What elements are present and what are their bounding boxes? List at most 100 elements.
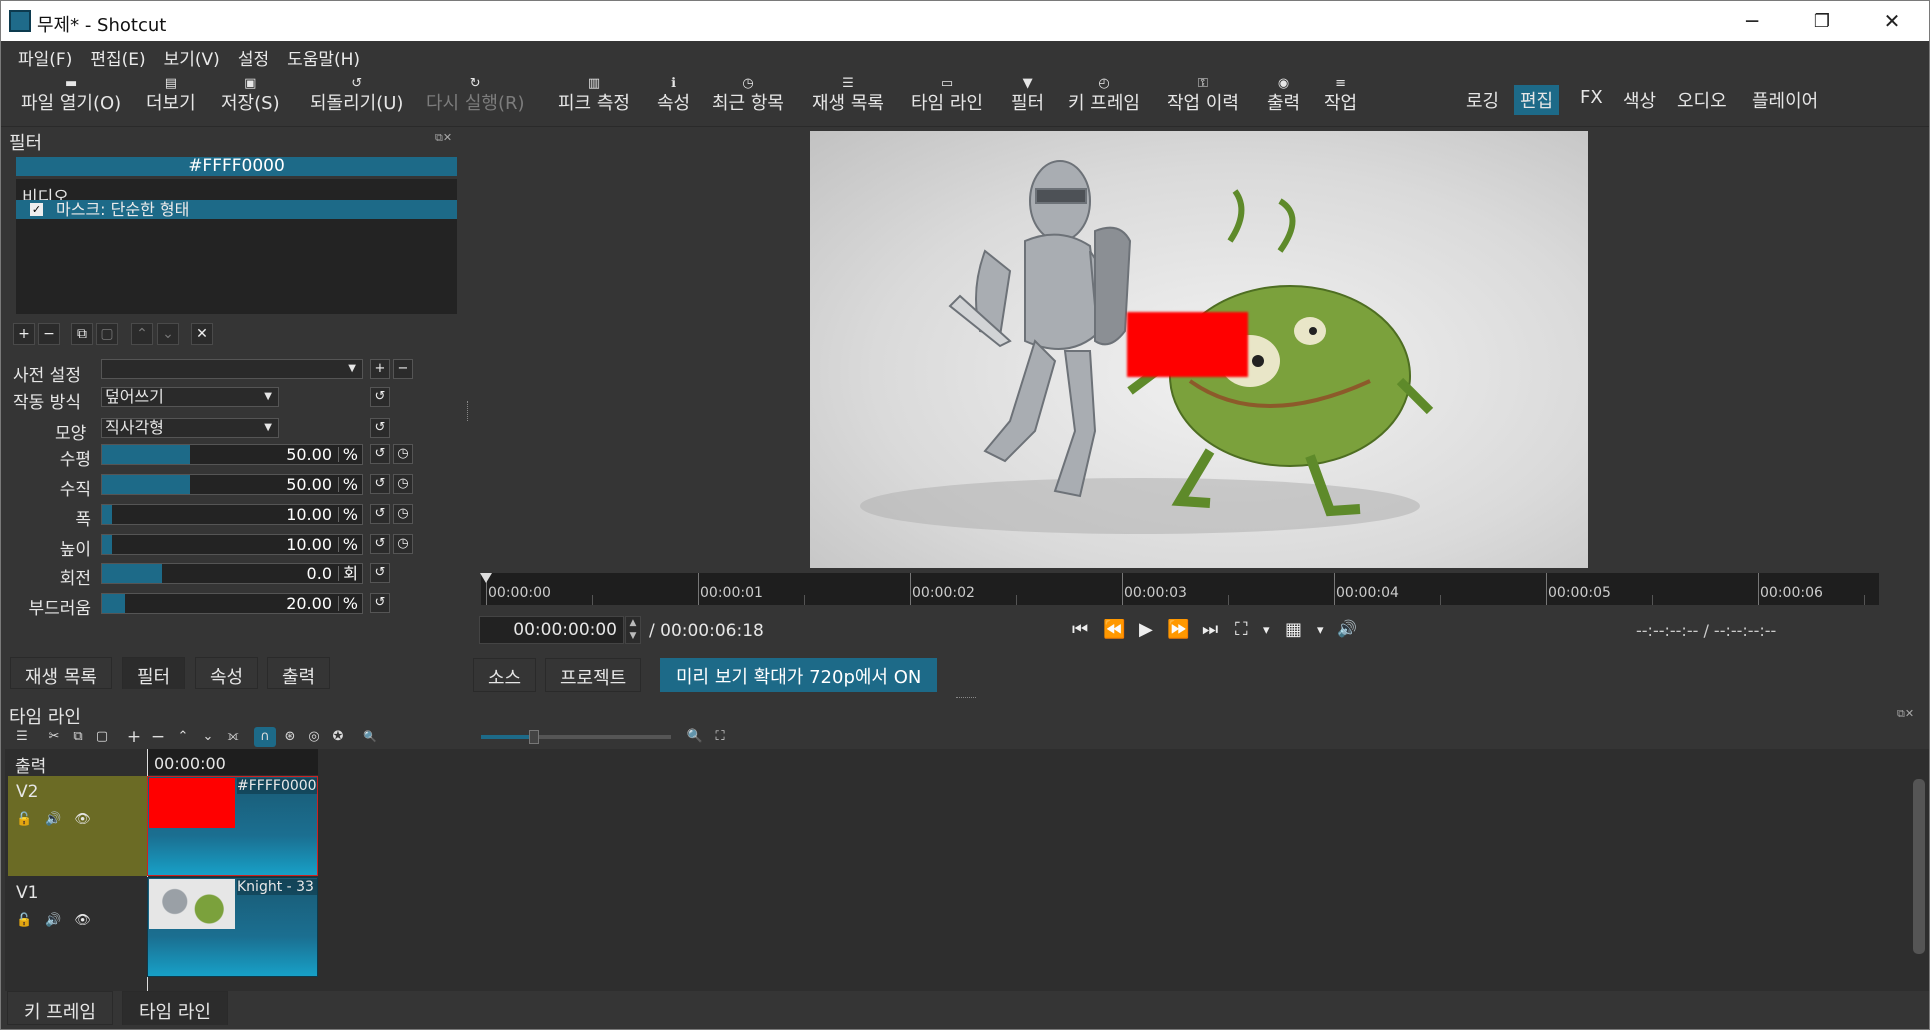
menu-file[interactable]: 파일(F) (9, 41, 81, 70)
save-preset-button[interactable]: + (370, 359, 390, 379)
param-slider[interactable]: 10.00% (101, 534, 363, 555)
add-filter-button[interactable]: + (13, 323, 35, 345)
paste-icon[interactable]: ▢ (91, 727, 113, 747)
reset-param-icon[interactable]: ↺ (370, 474, 390, 494)
export-button[interactable]: ◉ 출력 (1267, 77, 1300, 115)
remove-filter-button[interactable]: − (38, 323, 60, 345)
filter-enabled-checkbox[interactable]: ✓ (30, 203, 43, 216)
workspace-logging[interactable]: 로깅 (1460, 85, 1505, 115)
workspace-color[interactable]: 색상 (1617, 85, 1662, 115)
param-slider[interactable]: 20.00% (101, 593, 363, 614)
move-filter-up-button[interactable]: ⌃ (131, 323, 153, 345)
shape-combo[interactable]: 직사각형 ▼ (101, 418, 279, 438)
tab-properties[interactable]: 속성 (195, 657, 259, 689)
workspace-player[interactable]: 플레이어 (1746, 85, 1824, 115)
menu-view[interactable]: 보기(V) (155, 41, 229, 70)
save-button[interactable]: ▣ 저장(S) (221, 77, 280, 115)
tab-playlist[interactable]: 재생 목록 (10, 657, 112, 689)
volume-icon[interactable]: 🔊 (1337, 619, 1357, 638)
keyframes-button[interactable]: ◴ 키 프레임 (1068, 77, 1140, 115)
visibility-icon[interactable]: 👁 (74, 913, 91, 928)
lock-icon[interactable]: 🔓 (16, 812, 32, 827)
timeline-menu-icon[interactable]: ☰ (11, 727, 33, 747)
filter-item-mask-simple-shape[interactable]: ✓ 마스크: 단순한 형태 (16, 200, 457, 219)
skip-to-start-icon[interactable]: ⏮ (1072, 619, 1088, 640)
filters-button[interactable]: ▼ 필터 (1011, 77, 1044, 115)
preset-combo[interactable]: ▼ (101, 359, 363, 379)
minimize-button[interactable]: ─ (1717, 1, 1787, 41)
undo-button[interactable]: ↺ 되돌리기(U) (310, 77, 403, 115)
ripple-icon[interactable]: ◎ (303, 727, 325, 747)
grid-icon[interactable]: ▦ (1285, 619, 1302, 640)
zoom-dropdown-icon[interactable]: ▾ (1263, 623, 1270, 638)
clip-v1[interactable]: Knight - 33 (147, 877, 318, 977)
video-preview[interactable] (810, 131, 1588, 568)
snap-icon[interactable]: ∩ (254, 727, 276, 747)
skip-to-end-icon[interactable]: ⏭ (1202, 619, 1218, 640)
track-header-v1[interactable]: V1 🔓 🔊 👁 (8, 877, 147, 977)
track-header-v2[interactable]: V2 🔓 🔊 👁 (8, 776, 147, 876)
cut-icon[interactable]: ✂ (43, 727, 65, 747)
timeline-zoom-slider[interactable] (481, 730, 671, 744)
param-slider[interactable]: 50.00% (101, 474, 363, 495)
preview-scaling-notice[interactable]: 미리 보기 확대가 720p에서 ON (660, 658, 938, 692)
zoom-fit-icon[interactable]: ⛶ (1235, 619, 1248, 640)
mute-icon[interactable]: 🔊 (45, 913, 61, 928)
keyframe-param-icon[interactable]: ◷ (393, 444, 413, 464)
undock-icon[interactable]: ⧉✕ (435, 131, 452, 145)
rewind-icon[interactable]: ⏪ (1103, 619, 1125, 640)
tab-source[interactable]: 소스 (473, 658, 537, 692)
zoom-out-icon[interactable]: 🔍 (359, 727, 381, 747)
panel-splitter[interactable] (467, 401, 471, 421)
scrub-drag-icon[interactable]: ⊛ (279, 727, 301, 747)
param-slider[interactable]: 10.00% (101, 504, 363, 525)
timecode-spinner[interactable]: ▲ ▼ (625, 616, 641, 644)
jobs-button[interactable]: ≡ 작업 (1324, 77, 1357, 115)
grid-dropdown-icon[interactable]: ▾ (1317, 623, 1324, 638)
workspace-fx[interactable]: FX (1574, 85, 1609, 110)
param-slider[interactable]: 50.00% (101, 444, 363, 465)
copy-icon[interactable]: ⧉ (67, 727, 89, 747)
overwrite-icon[interactable]: ⌄ (197, 727, 219, 747)
scrub-playhead[interactable] (480, 573, 492, 583)
timeline-undock-icon[interactable]: ⧉✕ (1897, 707, 1914, 721)
reset-param-icon[interactable]: ↺ (370, 563, 390, 583)
scrub-ruler[interactable]: 00:00:00 00:00:01 00:00:02 00:00:03 00:00:04… (480, 573, 1879, 605)
menu-settings[interactable]: 설정 (229, 41, 278, 70)
tab-keyframes[interactable]: 키 프레임 (7, 991, 113, 1025)
tab-export[interactable]: 출력 (267, 657, 331, 689)
reset-param-icon[interactable]: ↺ (370, 593, 390, 613)
timecode-field[interactable]: 00:00:00:00 (479, 616, 624, 644)
more-button[interactable]: ▤ 더보기 (146, 77, 196, 115)
reset-operation-icon[interactable]: ↺ (370, 387, 390, 407)
visibility-icon[interactable]: 👁 (74, 812, 91, 827)
timeline-button[interactable]: ▭ 타임 라인 (911, 77, 983, 115)
param-slider[interactable]: 0.0 회 (101, 563, 363, 584)
timeline-ruler[interactable]: 00:00:00 (147, 749, 318, 775)
operation-combo[interactable]: 덮어쓰기 ▼ (101, 387, 279, 407)
properties-button[interactable]: ℹ 속성 (657, 77, 690, 115)
clip-v2[interactable]: #FFFF0000 (147, 776, 318, 876)
fast-forward-icon[interactable]: ⏩ (1167, 619, 1189, 640)
timeline-vertical-scrollbar[interactable] (1909, 749, 1929, 991)
timeline-tracks[interactable]: 출력 00:00:00 V2 🔓 🔊 👁 #FFFF0000 V1 🔓 🔊 👁 (5, 749, 1909, 991)
reset-param-icon[interactable]: ↺ (370, 444, 390, 464)
open-file-button[interactable]: ▬ 파일 열기(O) (21, 77, 121, 115)
lock-icon[interactable]: 🔓 (16, 913, 32, 928)
viewer-splitter[interactable] (956, 697, 976, 699)
recent-button[interactable]: ◷ 최근 항목 (712, 77, 784, 115)
copy-filter-button[interactable]: ⧉ (71, 323, 93, 345)
append-icon[interactable]: + (123, 727, 145, 747)
ripple-all-icon[interactable]: ✪ (327, 727, 349, 747)
tab-project[interactable]: 프로젝트 (545, 658, 642, 692)
deselect-filter-button[interactable]: ✕ (191, 323, 213, 345)
redo-button[interactable]: ↻ 다시 실행(R) (426, 77, 525, 115)
workspace-audio[interactable]: 오디오 (1671, 85, 1733, 115)
tab-timeline[interactable]: 타임 라인 (122, 991, 228, 1025)
workspace-editing[interactable]: 편집 (1514, 85, 1560, 115)
keyframe-param-icon[interactable]: ◷ (393, 504, 413, 524)
playlist-button[interactable]: ☰ 재생 목록 (812, 77, 884, 115)
ripple-delete-icon[interactable]: − (147, 727, 169, 747)
split-icon[interactable]: ⟗ (222, 727, 244, 747)
close-button[interactable]: ✕ (1857, 1, 1927, 41)
